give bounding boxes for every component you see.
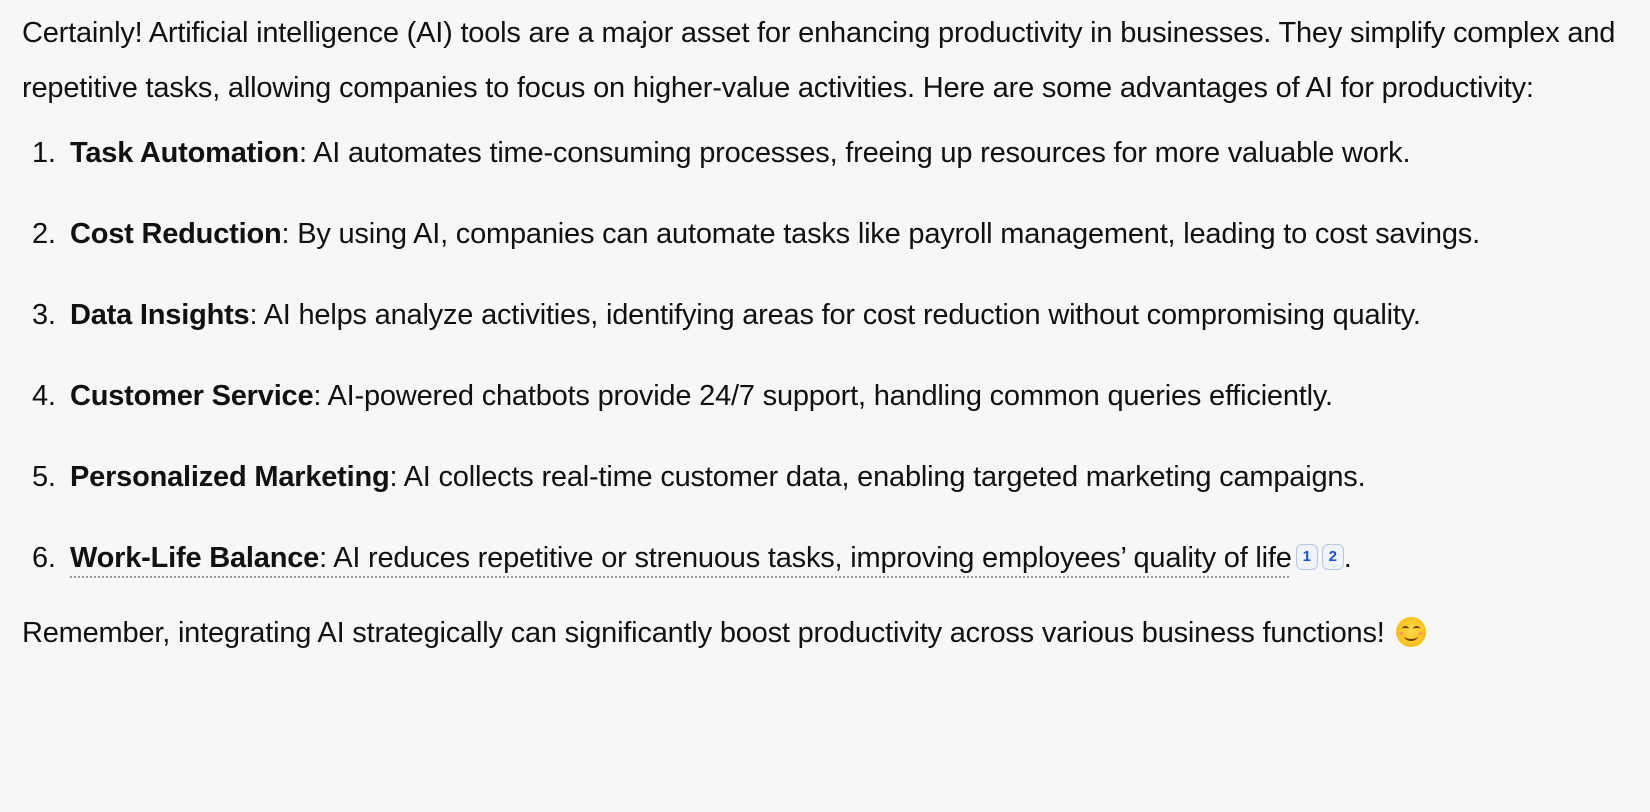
cited-passage[interactable]: Work-Life Balance: AI reduces repetitive…	[70, 542, 1292, 574]
item-text: : AI helps analyze activities, identifyi…	[249, 299, 1421, 331]
list-item: 2. Cost Reduction: By using AI, companie…	[22, 207, 1636, 262]
closing-text: Remember, integrating AI strategically c…	[22, 617, 1385, 649]
citation-badge-1[interactable]: 1	[1295, 544, 1318, 570]
list-item: 5. Personalized Marketing: AI collects r…	[22, 450, 1636, 505]
item-title: Data Insights	[70, 299, 250, 331]
intro-paragraph: Certainly! Artificial intelligence (AI) …	[22, 17, 1616, 104]
list-number: 1.	[32, 137, 56, 169]
item-text: : AI automates time-consuming processes,…	[299, 137, 1411, 169]
list-item: 4. Customer Service: AI-powered chatbots…	[22, 369, 1636, 424]
list-number: 5.	[32, 461, 56, 493]
item-trailing: .	[1343, 542, 1352, 574]
list-number: 3.	[32, 299, 56, 331]
list-item: 6. Work-Life Balance: AI reduces repetit…	[22, 531, 1636, 586]
advantages-list: 1. Task Automation: AI automates time-co…	[22, 126, 1636, 586]
closing-paragraph: Remember, integrating AI strategically c…	[22, 606, 1636, 661]
item-title: Task Automation	[70, 137, 300, 169]
chat-message: Certainly! Artificial intelligence (AI) …	[0, 0, 1650, 661]
item-text: : AI reduces repetitive or strenuous tas…	[319, 542, 1292, 574]
item-text: : By using AI, companies can automate ta…	[281, 218, 1480, 250]
citation-badge-2[interactable]: 2	[1321, 544, 1344, 570]
item-title: Personalized Marketing	[70, 461, 390, 493]
list-number: 2.	[32, 218, 56, 250]
list-item: 3. Data Insights: AI helps analyze activ…	[22, 288, 1636, 343]
smiling-face-icon	[1396, 617, 1427, 647]
item-title: Customer Service	[70, 380, 314, 412]
item-title: Work-Life Balance	[70, 542, 320, 574]
item-text: : AI collects real-time customer data, e…	[389, 461, 1366, 493]
list-item: 1. Task Automation: AI automates time-co…	[22, 126, 1636, 181]
item-text: : AI-powered chatbots provide 24/7 suppo…	[313, 380, 1333, 412]
list-number: 4.	[32, 380, 56, 412]
list-number: 6.	[32, 542, 56, 574]
item-title: Cost Reduction	[70, 218, 282, 250]
